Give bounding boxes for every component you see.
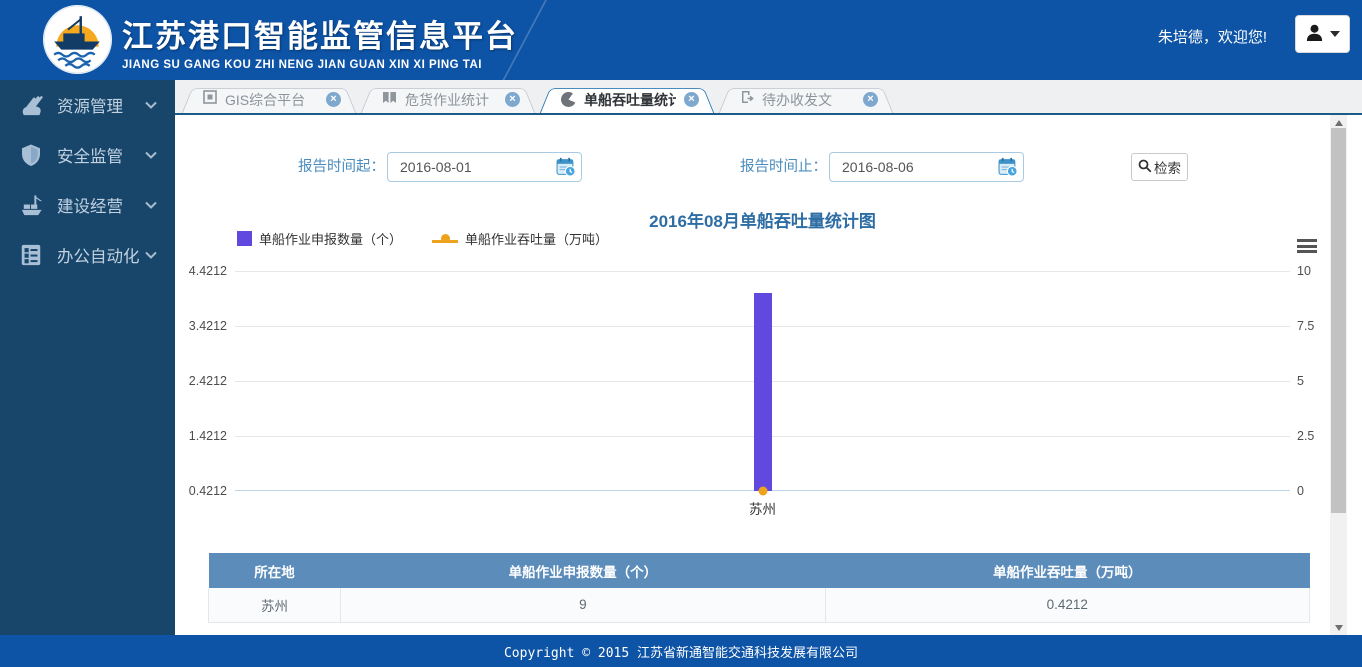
office-grid-icon xyxy=(17,241,45,269)
flags-icon xyxy=(382,91,397,109)
legend-line-marker xyxy=(432,234,458,243)
file-send-icon xyxy=(740,90,754,109)
left-axis-tick: 2.4212 xyxy=(177,374,227,388)
image-icon xyxy=(203,90,217,109)
search-icon xyxy=(1138,159,1152,176)
stats-table: 所在地 单船作业申报数量（个） 单船作业吞吐量（万吨） 苏州 9 0.4212 xyxy=(208,553,1310,623)
chevron-down-icon xyxy=(145,96,157,114)
sidebar-item-safety-supervision[interactable]: 安全监管 xyxy=(0,130,175,180)
caret-down-icon xyxy=(1330,31,1340,37)
tab-gis-platform[interactable]: GIS综合平台 × xyxy=(181,84,357,115)
main-content: GIS综合平台 × 危货作业统计 × xyxy=(175,80,1362,635)
bar-chart-plot: 4.4212 3.4212 2.4212 1.4212 0.4212 10 7.… xyxy=(235,271,1290,491)
chart-legend: 单船作业申报数量（个） 单船作业吞吐量（万吨） xyxy=(237,229,608,248)
report-end-input[interactable] xyxy=(829,152,1024,182)
table-header-row: 所在地 单船作业申报数量（个） 单船作业吞吐量（万吨） xyxy=(209,553,1310,588)
legend-item-line[interactable]: 单船作业吞吐量（万吨） xyxy=(432,229,608,248)
close-icon[interactable]: × xyxy=(863,92,878,107)
scrollbar-down-arrow[interactable] xyxy=(1330,620,1347,635)
report-start-label: 报告时间起： xyxy=(255,152,385,182)
report-start-field xyxy=(387,152,582,182)
report-panel: 报告时间起： 报告时间止： xyxy=(175,115,1350,635)
close-icon[interactable]: × xyxy=(684,92,699,107)
port-logo xyxy=(42,4,113,75)
pie-chart-icon xyxy=(561,92,576,107)
chevron-down-icon xyxy=(145,196,157,214)
table-header-location: 所在地 xyxy=(209,553,341,588)
legend-item-bar[interactable]: 单船作业申报数量（个） xyxy=(237,229,402,248)
header: 江苏港口智能监管信息平台 JIANG SU GANG KOU ZHI NENG … xyxy=(0,0,1362,80)
tab-label: 待办收发文 xyxy=(762,90,855,110)
shield-icon xyxy=(17,141,45,169)
close-icon[interactable]: × xyxy=(505,92,520,107)
copyright-text: Copyright © 2015 江苏省新通智能交通科技发展有限公司 xyxy=(504,642,858,661)
chevron-down-icon xyxy=(145,146,157,164)
app-subtitle: JIANG SU GANG KOU ZHI NENG JIAN GUAN XIN… xyxy=(122,59,518,71)
chart-menu-icon[interactable] xyxy=(1297,239,1317,256)
tab-label: 危货作业统计 xyxy=(405,90,497,110)
sidebar-item-resource-management[interactable]: 资源管理 xyxy=(0,80,175,130)
tab-pending-documents[interactable]: 待办收发文 × xyxy=(718,84,894,115)
calendar-icon[interactable] xyxy=(998,157,1018,177)
app-title-block: 江苏港口智能监管信息平台 JIANG SU GANG KOU ZHI NENG … xyxy=(122,11,518,71)
search-button-label: 检索 xyxy=(1154,157,1181,177)
report-end-label: 报告时间止： xyxy=(690,152,827,182)
report-start-input[interactable] xyxy=(387,152,582,182)
calendar-icon[interactable] xyxy=(556,157,576,177)
table-row: 苏州 9 0.4212 xyxy=(209,588,1310,622)
tab-single-ship-throughput-stats[interactable]: 单船吞吐量统计 × xyxy=(539,84,715,115)
sidebar-item-label: 安全监管 xyxy=(57,143,145,167)
page: 江苏港口智能监管信息平台 JIANG SU GANG KOU ZHI NENG … xyxy=(0,0,1362,667)
table-header-throughput: 单船作业吞吐量（万吨） xyxy=(825,553,1309,588)
x-axis-category-label: 苏州 xyxy=(749,498,776,518)
cell-declared-count: 9 xyxy=(341,588,825,622)
legend-line-label: 单船作业吞吐量（万吨） xyxy=(465,229,608,248)
search-button[interactable]: 检索 xyxy=(1131,153,1188,181)
close-icon[interactable]: × xyxy=(326,92,341,107)
tab-dangerous-cargo-stats[interactable]: 危货作业统计 × xyxy=(360,84,536,115)
sidebar-item-label: 办公自动化 xyxy=(57,243,145,267)
welcome-text: 朱培德，欢迎您! xyxy=(1158,26,1267,47)
tab-label: 单船吞吐量统计 xyxy=(584,90,676,110)
app-title: 江苏港口智能监管信息平台 xyxy=(122,11,518,56)
cell-throughput: 0.4212 xyxy=(825,588,1309,622)
left-axis-tick: 4.4212 xyxy=(177,264,227,278)
bar-single-ship-count[interactable] xyxy=(754,293,772,491)
legend-bar-swatch xyxy=(237,231,252,246)
ship-icon xyxy=(17,191,45,219)
footer: Copyright © 2015 江苏省新通智能交通科技发展有限公司 xyxy=(0,635,1362,667)
vertical-scrollbar[interactable] xyxy=(1330,115,1347,635)
chevron-down-icon xyxy=(145,246,157,264)
legend-bar-label: 单船作业申报数量（个） xyxy=(259,229,402,248)
left-axis-tick: 3.4212 xyxy=(177,319,227,333)
report-end-field xyxy=(829,152,1024,182)
cell-location: 苏州 xyxy=(209,588,341,622)
hand-resource-icon xyxy=(17,91,45,119)
user-icon xyxy=(1305,23,1324,45)
user-menu-button[interactable] xyxy=(1295,15,1350,53)
tab-bar: GIS综合平台 × 危货作业统计 × xyxy=(175,80,1362,115)
left-axis-tick: 0.4212 xyxy=(177,484,227,498)
sidebar: 资源管理 安全监管 xyxy=(0,80,175,635)
line-point-throughput[interactable] xyxy=(758,487,767,496)
sidebar-item-label: 建设经营 xyxy=(57,193,145,217)
table-header-declared-count: 单船作业申报数量（个） xyxy=(341,553,825,588)
tab-label: GIS综合平台 xyxy=(225,90,318,110)
sidebar-item-office-automation[interactable]: 办公自动化 xyxy=(0,230,175,280)
sidebar-item-label: 资源管理 xyxy=(57,93,145,117)
left-axis-tick: 1.4212 xyxy=(177,429,227,443)
scrollbar-thumb[interactable] xyxy=(1331,128,1346,513)
sidebar-item-construction-operation[interactable]: 建设经营 xyxy=(0,180,175,230)
